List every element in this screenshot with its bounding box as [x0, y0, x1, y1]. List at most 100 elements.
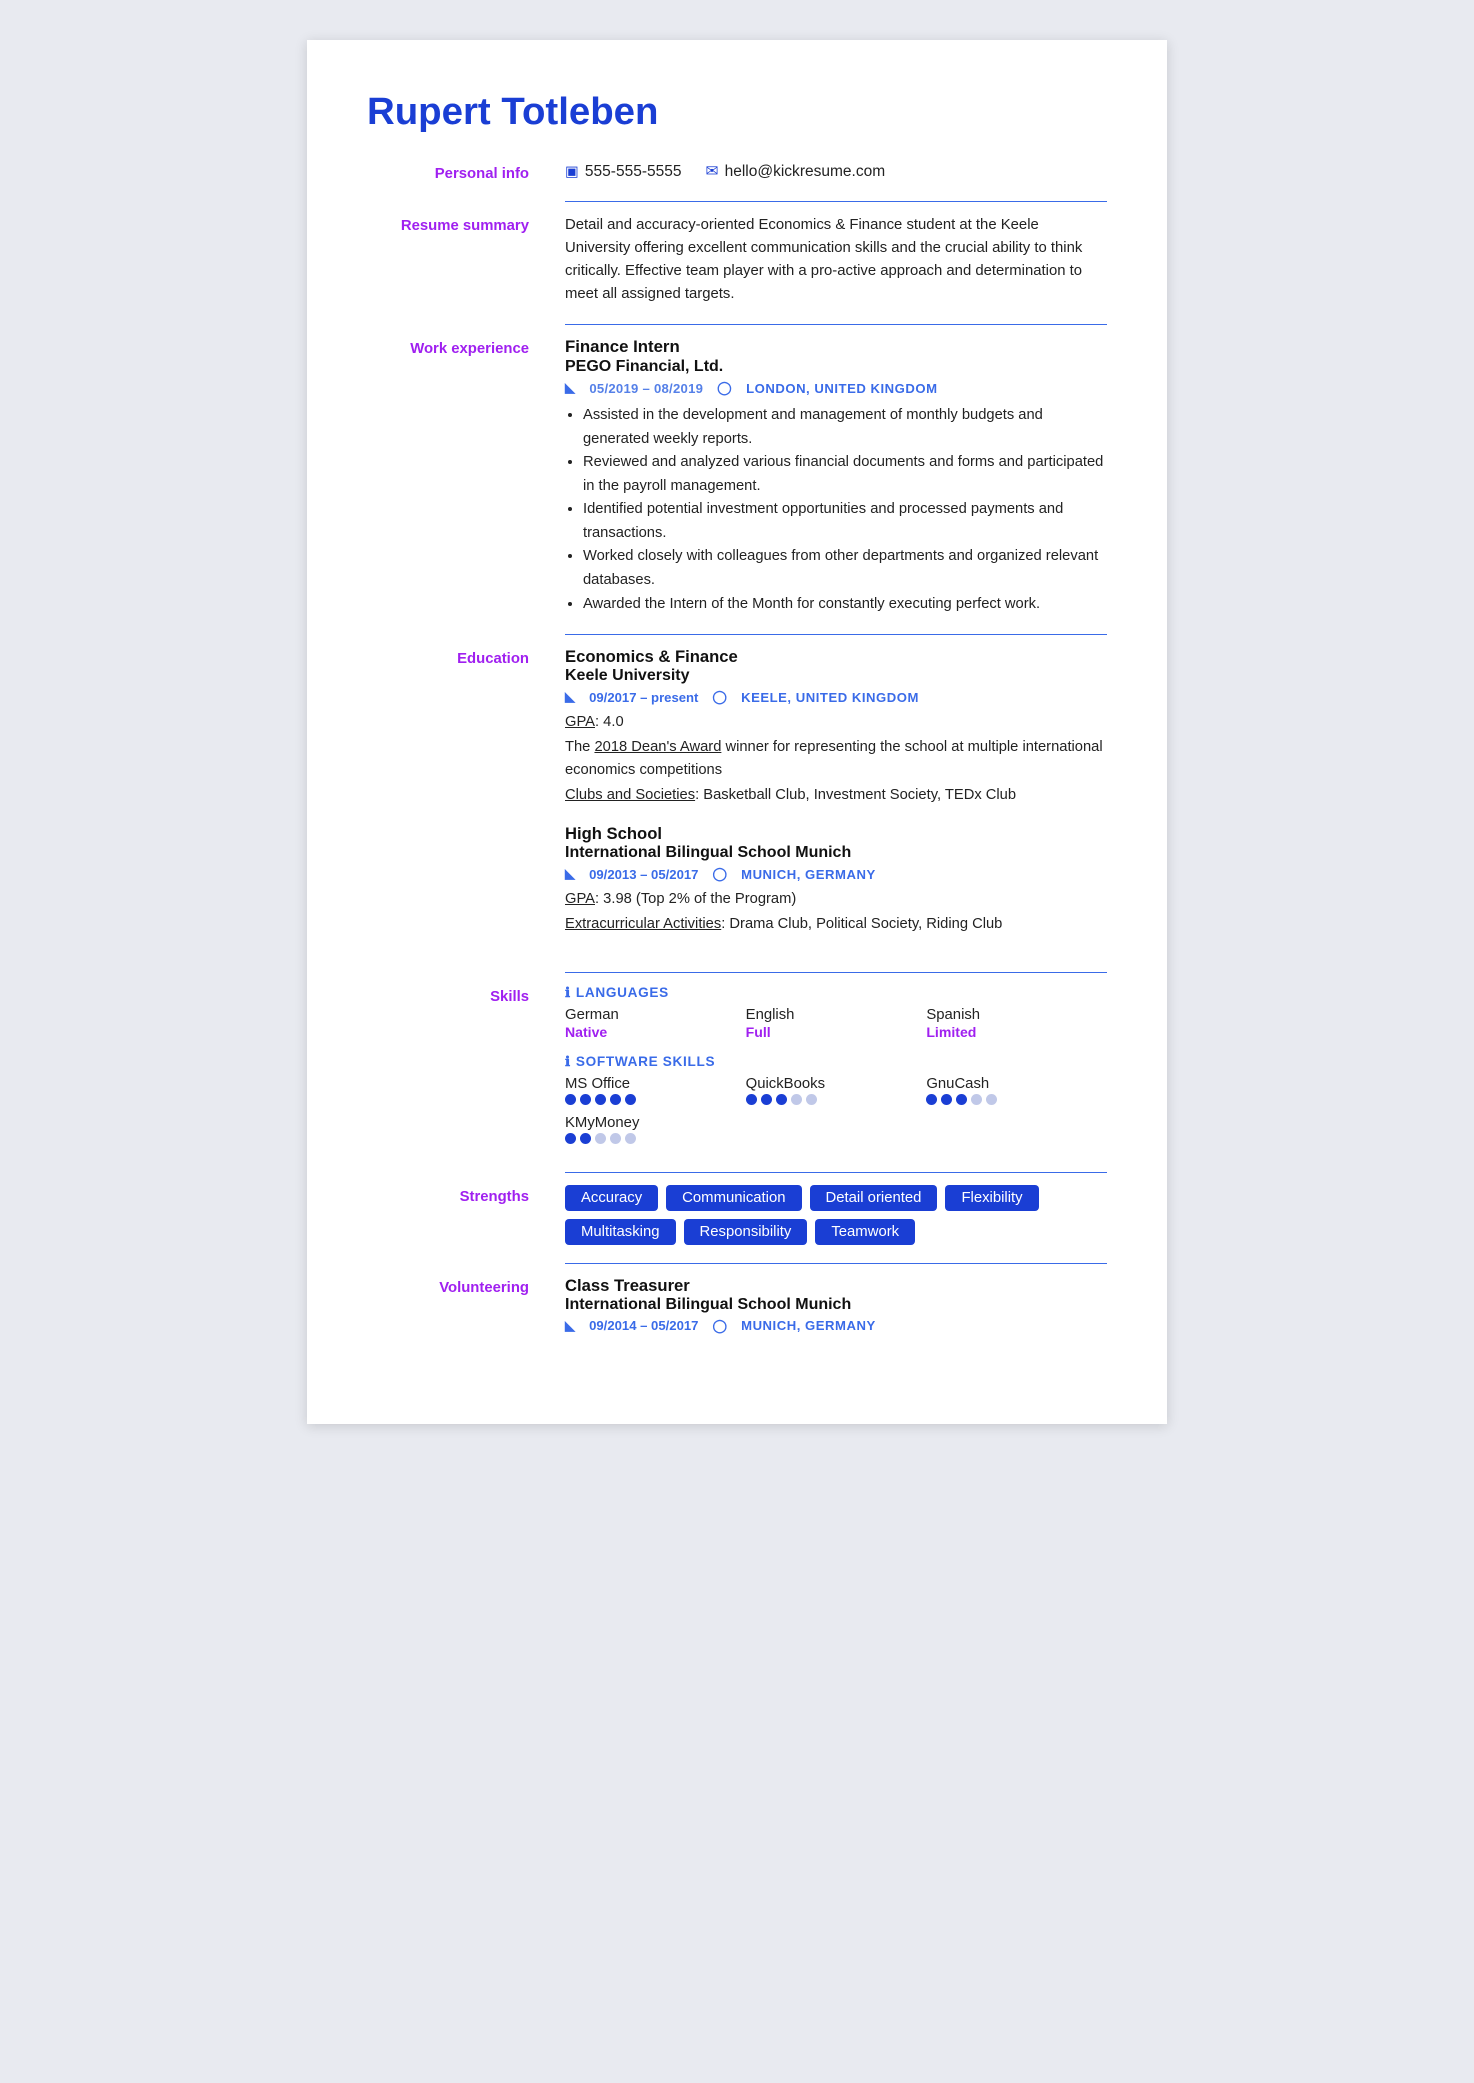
personal-info-section: Personal info ▣ 555-555-5555 ✉ hello@kic… — [367, 162, 1107, 202]
calendar-icon: ◣ — [565, 380, 575, 396]
gnucash-dots — [926, 1094, 1107, 1105]
skill-spanish: Spanish Limited — [926, 1007, 1107, 1040]
dot — [971, 1094, 982, 1105]
resume-summary-section: Resume summary Detail and accuracy-orien… — [367, 214, 1107, 325]
job-location: LONDON, UNITED KINGDOM — [746, 381, 937, 396]
software-gnucash-name: GnuCash — [926, 1076, 1107, 1092]
pin-icon: ◯ — [717, 380, 732, 396]
dot — [956, 1094, 967, 1105]
mail-icon: ✉ — [706, 162, 719, 181]
software-quickbooks-name: QuickBooks — [746, 1076, 927, 1092]
volunteering-section: Volunteering Class Treasurer Internation… — [367, 1276, 1107, 1352]
resume-summary-label: Resume summary — [367, 214, 537, 325]
tag-communication: Communication — [666, 1185, 801, 1211]
tag-teamwork: Teamwork — [815, 1219, 915, 1245]
skill-english: English Full — [746, 1007, 927, 1040]
software-label-text: SOFTWARE SKILLS — [576, 1054, 715, 1069]
dot — [625, 1094, 636, 1105]
job-bullet: Worked closely with colleagues from othe… — [583, 545, 1107, 592]
edu-degree-1: Economics & Finance — [565, 647, 1107, 667]
dot — [625, 1133, 636, 1144]
phone-icon: ▣ — [565, 163, 579, 180]
dot — [746, 1094, 757, 1105]
edu-extra-2: Extracurricular Activities: Drama Club, … — [565, 913, 1107, 936]
edu-meta-1: ◣ 09/2017 – present ◯ KEELE, UNITED KING… — [565, 689, 1107, 705]
personal-info-content: ▣ 555-555-5555 ✉ hello@kickresume.com — [565, 162, 1107, 202]
edu-meta-2: ◣ 09/2013 – 05/2017 ◯ MUNICH, GERMANY — [565, 866, 1107, 882]
software-kmymoney-name: KMyMoney — [565, 1115, 1107, 1131]
phone-number: 555-555-5555 — [585, 163, 682, 181]
vol-meta: ◣ 09/2014 – 05/2017 ◯ MUNICH, GERMANY — [565, 1318, 1107, 1334]
edu-block-2: High School International Bilingual Scho… — [565, 824, 1107, 936]
dot — [806, 1094, 817, 1105]
skills-section: Skills ℹ LANGUAGES German Native English… — [367, 985, 1107, 1173]
skill-spanish-level: Limited — [926, 1024, 1107, 1040]
software-kmymoney: KMyMoney — [565, 1115, 1107, 1144]
phone-info: ▣ 555-555-5555 — [565, 163, 682, 181]
vol-dates: 09/2014 – 05/2017 — [589, 1318, 698, 1333]
work-experience-label: Work experience — [367, 337, 537, 635]
edu-dates-2: 09/2013 – 05/2017 — [589, 867, 698, 882]
pin-icon-2: ◯ — [712, 689, 727, 705]
job-bullets: Assisted in the development and manageme… — [565, 404, 1107, 616]
dot — [986, 1094, 997, 1105]
pin-icon-3: ◯ — [712, 866, 727, 882]
job-bullet: Awarded the Intern of the Month for cons… — [583, 593, 1107, 617]
dot — [941, 1094, 952, 1105]
software-category-label: ℹ SOFTWARE SKILLS — [565, 1054, 1107, 1070]
edu-location-2: MUNICH, GERMANY — [741, 867, 876, 882]
dot — [565, 1094, 576, 1105]
dot — [776, 1094, 787, 1105]
info-icon-lang: ℹ — [565, 985, 571, 1001]
email-info: ✉ hello@kickresume.com — [706, 162, 886, 181]
summary-text: Detail and accuracy-oriented Economics &… — [565, 214, 1107, 306]
cal-icon: ◣ — [565, 689, 575, 705]
skill-german-level: Native — [565, 1024, 746, 1040]
personal-info-row: ▣ 555-555-5555 ✉ hello@kickresume.com — [565, 162, 1107, 181]
skill-english-name: English — [746, 1007, 927, 1023]
vol-org: International Bilingual School Munich — [565, 1296, 1107, 1314]
resume-summary-content: Detail and accuracy-oriented Economics &… — [565, 214, 1107, 325]
edu-gpa-2: GPA: 3.98 (Top 2% of the Program) — [565, 888, 1107, 911]
job-title: Finance Intern — [565, 337, 1107, 357]
dot — [610, 1094, 621, 1105]
email-address: hello@kickresume.com — [725, 163, 886, 181]
skills-label: Skills — [367, 985, 537, 1173]
vol-location: MUNICH, GERMANY — [741, 1318, 876, 1333]
volunteering-label: Volunteering — [367, 1276, 537, 1352]
skill-german-name: German — [565, 1007, 746, 1023]
skill-spanish-name: Spanish — [926, 1007, 1107, 1023]
tag-accuracy: Accuracy — [565, 1185, 658, 1211]
edu-gpa-1: GPA: 4.0 — [565, 711, 1107, 734]
quickbooks-dots — [746, 1094, 927, 1105]
resume-header: Rupert Totleben — [367, 90, 1107, 134]
job-meta: ◣ 05/2019 – 08/2019 ◯ LONDON, UNITED KIN… — [565, 380, 1107, 396]
vol-title: Class Treasurer — [565, 1276, 1107, 1296]
skill-english-level: Full — [746, 1024, 927, 1040]
dot — [610, 1133, 621, 1144]
dot — [761, 1094, 772, 1105]
info-icon-soft: ℹ — [565, 1054, 571, 1070]
job-bullet: Assisted in the development and manageme… — [583, 404, 1107, 451]
software-quickbooks: QuickBooks — [746, 1076, 927, 1105]
dot — [926, 1094, 937, 1105]
software-grid: MS Office QuickBooks — [565, 1076, 1107, 1105]
dot — [791, 1094, 802, 1105]
job-bullet: Identified potential investment opportun… — [583, 498, 1107, 545]
languages-category-label: ℹ LANGUAGES — [565, 985, 1107, 1001]
tag-multitasking: Multitasking — [565, 1219, 676, 1245]
edu-block-1: Economics & Finance Keele University ◣ 0… — [565, 647, 1107, 806]
dot — [580, 1133, 591, 1144]
dot — [580, 1094, 591, 1105]
tag-flexibility: Flexibility — [945, 1185, 1038, 1211]
edu-clubs-1: Clubs and Societies: Basketball Club, In… — [565, 784, 1107, 807]
job-company: PEGO Financial, Ltd. — [565, 358, 1107, 376]
strengths-tags: Accuracy Communication Detail oriented F… — [565, 1185, 1107, 1245]
job-bullet: Reviewed and analyzed various financial … — [583, 451, 1107, 498]
software-msoffice-name: MS Office — [565, 1076, 746, 1092]
work-experience-content: Finance Intern PEGO Financial, Ltd. ◣ 05… — [565, 337, 1107, 635]
resume-page: Rupert Totleben Personal info ▣ 555-555-… — [307, 40, 1167, 1424]
strengths-label: Strengths — [367, 1185, 537, 1264]
kmymoney-dots — [565, 1133, 1107, 1144]
personal-info-label: Personal info — [367, 162, 537, 202]
